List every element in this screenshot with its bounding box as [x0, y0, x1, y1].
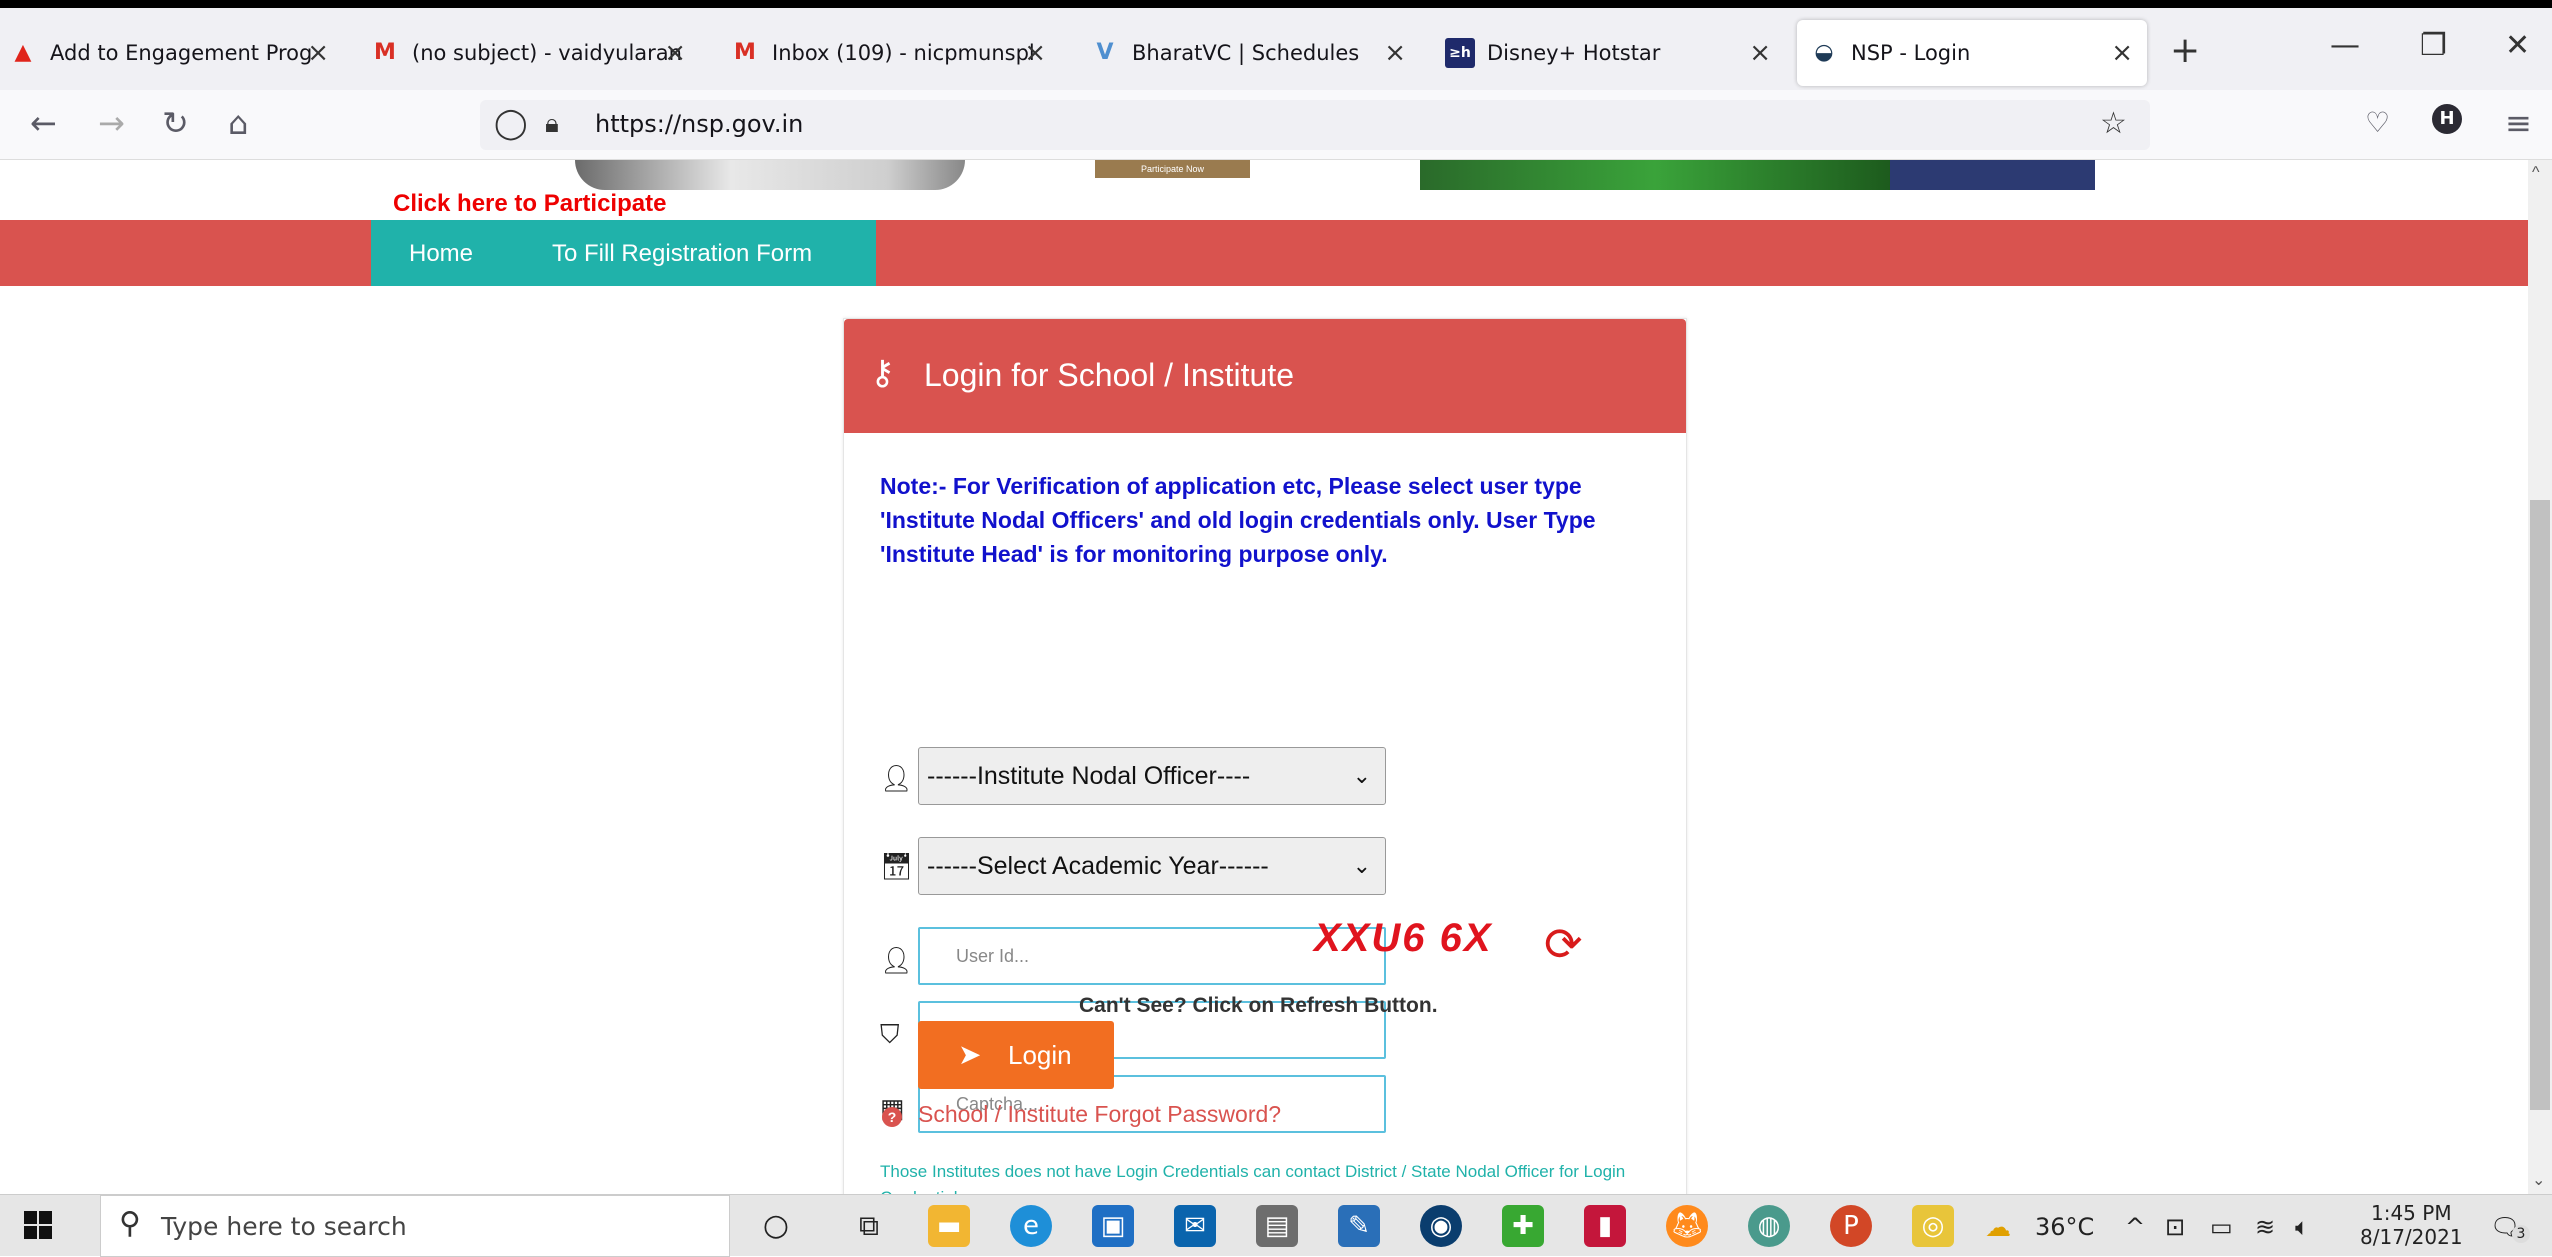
tab-adobe[interactable]: ▲ Add to Engagement Prog × — [8, 20, 343, 86]
tab-gmail-subject[interactable]: M (no subject) - vaidyularan × — [370, 20, 700, 86]
minimize-icon[interactable]: — — [2330, 28, 2360, 63]
gmail-icon: M — [734, 40, 756, 65]
login-button[interactable]: ➤ Login — [918, 1021, 1114, 1089]
refresh-captcha-icon[interactable]: ⟳ — [1544, 917, 1583, 971]
user-icon: 👤︎ — [880, 763, 914, 793]
taskbar: ⚲ Type here to search ○ ⧉ ▬ e ▣ ✉ ▤ ✎ ◉ … — [0, 1194, 2552, 1257]
chevron-up-icon[interactable]: ^ — [2125, 1213, 2145, 1241]
clock[interactable]: 1:45 PM 8/17/2021 — [2360, 1201, 2463, 1249]
shield-icon[interactable]: ◯ — [494, 106, 528, 141]
new-tab-icon[interactable]: + — [2170, 30, 2200, 71]
user-icon: 👤︎ — [880, 945, 914, 975]
volume-icon[interactable]: 🔈︎ — [2295, 1213, 2309, 1241]
store-icon[interactable]: ▣ — [1092, 1205, 1134, 1247]
app-icon[interactable]: ▤ — [1256, 1205, 1298, 1247]
task-view-icon[interactable]: ⧉ — [848, 1205, 890, 1247]
close-tab-icon[interactable]: × — [1384, 38, 1406, 68]
close-window-icon[interactable]: ✕ — [2505, 28, 2530, 63]
close-tab-icon[interactable]: × — [1024, 38, 1046, 68]
chrome-icon[interactable]: ◍ — [1748, 1205, 1790, 1247]
tab-gmail-inbox[interactable]: M Inbox (109) - nicpmunspl × — [730, 20, 1060, 86]
weather-icon[interactable]: ☁ — [1985, 1213, 2011, 1243]
bharatvc-icon: V — [1096, 40, 1114, 65]
taskbar-search[interactable]: ⚲ Type here to search — [100, 1195, 730, 1257]
scroll-down-icon[interactable]: ⌄ — [2532, 1170, 2545, 1190]
url-text[interactable]: https://nsp.gov.in — [595, 110, 803, 138]
academic-year-select[interactable]: ------Select Academic Year------ ⌄ — [918, 837, 1386, 895]
menu-icon[interactable]: ≡ — [2505, 104, 2532, 142]
notes-icon[interactable]: ✎ — [1338, 1205, 1380, 1247]
nsp-icon: ◒ — [1814, 40, 1834, 65]
user-type-select[interactable]: ------Institute Nodal Officer---- ⌄ — [918, 747, 1386, 805]
gmail-icon: M — [374, 40, 396, 65]
shield-icon: ⛉ — [880, 1019, 900, 1049]
close-tab-icon[interactable]: × — [2111, 38, 2133, 68]
tab-bar: ▲ Add to Engagement Prog × M (no subject… — [0, 8, 2552, 90]
restore-icon[interactable]: ❐ — [2420, 28, 2447, 63]
question-icon: ? — [882, 1107, 902, 1127]
login-card: ⚷ Login for School / Institute Note:- Fo… — [843, 318, 1687, 1194]
browser-icon[interactable]: ◉ — [1420, 1205, 1462, 1247]
app-green-icon[interactable]: ✚ — [1502, 1205, 1544, 1247]
windows-start-icon[interactable] — [24, 1211, 54, 1241]
nav-home[interactable]: Home — [409, 240, 473, 268]
login-card-header: ⚷ Login for School / Institute — [844, 319, 1686, 433]
key-icon: ⚷ — [870, 354, 895, 392]
address-bar[interactable]: ◯ 🔒︎ https://nsp.gov.in ☆ — [480, 100, 2150, 150]
firefox-icon[interactable]: 🦊︎ — [1666, 1205, 1708, 1247]
login-title: Login for School / Institute — [924, 357, 1294, 393]
close-tab-icon[interactable]: × — [664, 38, 686, 68]
nav-registration[interactable]: To Fill Registration Form — [552, 240, 812, 268]
calendar-icon: 📅︎ — [880, 851, 914, 881]
navigation-bar: ← → ↻ ⌂ ◯ 🔒︎ https://nsp.gov.in ☆ ♡ H ≡ — [0, 90, 2552, 160]
banner-image-left — [575, 160, 965, 190]
cortana-icon[interactable]: ○ — [755, 1205, 797, 1247]
login-note: Note:- For Verification of application e… — [880, 473, 1596, 567]
tab-nsp-login[interactable]: ◒ NSP - Login × — [1797, 20, 2147, 86]
send-icon: ➤ — [958, 1039, 982, 1070]
temperature[interactable]: 36°C — [2035, 1213, 2094, 1241]
institutes-note: Those Institutes does not have Login Cre… — [880, 1162, 1626, 1194]
banner-image-right — [1890, 160, 2095, 190]
tab-bharatvc[interactable]: V BharatVC | Schedules × — [1090, 20, 1420, 86]
app-red-icon[interactable]: ▮ — [1584, 1205, 1626, 1247]
lock-icon[interactable]: 🔒︎ — [545, 109, 559, 140]
battery-icon[interactable]: ▭ — [2210, 1213, 2233, 1241]
meet-now-icon[interactable]: ⊡ — [2165, 1213, 2185, 1241]
captcha-image: XXU6 6X — [1314, 916, 1493, 960]
bookmark-star-icon[interactable]: ☆ — [2100, 106, 2127, 141]
hotstar-icon: ≥h — [1445, 38, 1475, 68]
back-icon[interactable]: ← — [30, 104, 57, 142]
account-avatar-icon[interactable]: H — [2432, 104, 2462, 134]
scroll-up-icon[interactable]: ^ — [2532, 164, 2540, 182]
adobe-icon: ▲ — [14, 40, 32, 65]
notification-count: 3 — [2512, 1225, 2530, 1243]
powerpoint-icon[interactable]: P — [1830, 1205, 1872, 1247]
wifi-icon[interactable]: ≋ — [2255, 1213, 2275, 1241]
captcha-help-text: Can't See? Click on Refresh Button. — [1079, 994, 1438, 1017]
forward-icon[interactable]: → — [98, 104, 125, 142]
pocket-icon[interactable]: ♡ — [2365, 106, 2390, 139]
chevron-down-icon: ⌄ — [1352, 853, 1371, 878]
banner-image-center — [1420, 160, 1890, 190]
scrollbar-thumb[interactable] — [2530, 500, 2550, 1110]
app-yellow-icon[interactable]: ◎ — [1912, 1205, 1954, 1247]
close-tab-icon[interactable]: × — [1749, 38, 1771, 68]
top-edge — [0, 0, 2552, 8]
participate-link[interactable]: Click here to Participate — [393, 190, 666, 218]
close-tab-icon[interactable]: × — [307, 38, 329, 68]
home-icon[interactable]: ⌂ — [228, 104, 248, 142]
reload-icon[interactable]: ↻ — [162, 104, 189, 142]
forgot-password-link[interactable]: ? School / Institute Forgot Password? — [882, 1101, 1281, 1128]
chevron-down-icon: ⌄ — [1352, 763, 1371, 788]
file-explorer-icon[interactable]: ▬ — [928, 1205, 970, 1247]
search-icon: ⚲ — [119, 1206, 141, 1241]
tab-hotstar[interactable]: ≥h Disney+ Hotstar × — [1445, 20, 1785, 86]
edge-icon[interactable]: e — [1010, 1205, 1052, 1247]
page-content: Participate Now Click here to Participat… — [0, 160, 2528, 1194]
banner-participate-button[interactable]: Participate Now — [1095, 160, 1250, 178]
mail-icon[interactable]: ✉ — [1174, 1205, 1216, 1247]
